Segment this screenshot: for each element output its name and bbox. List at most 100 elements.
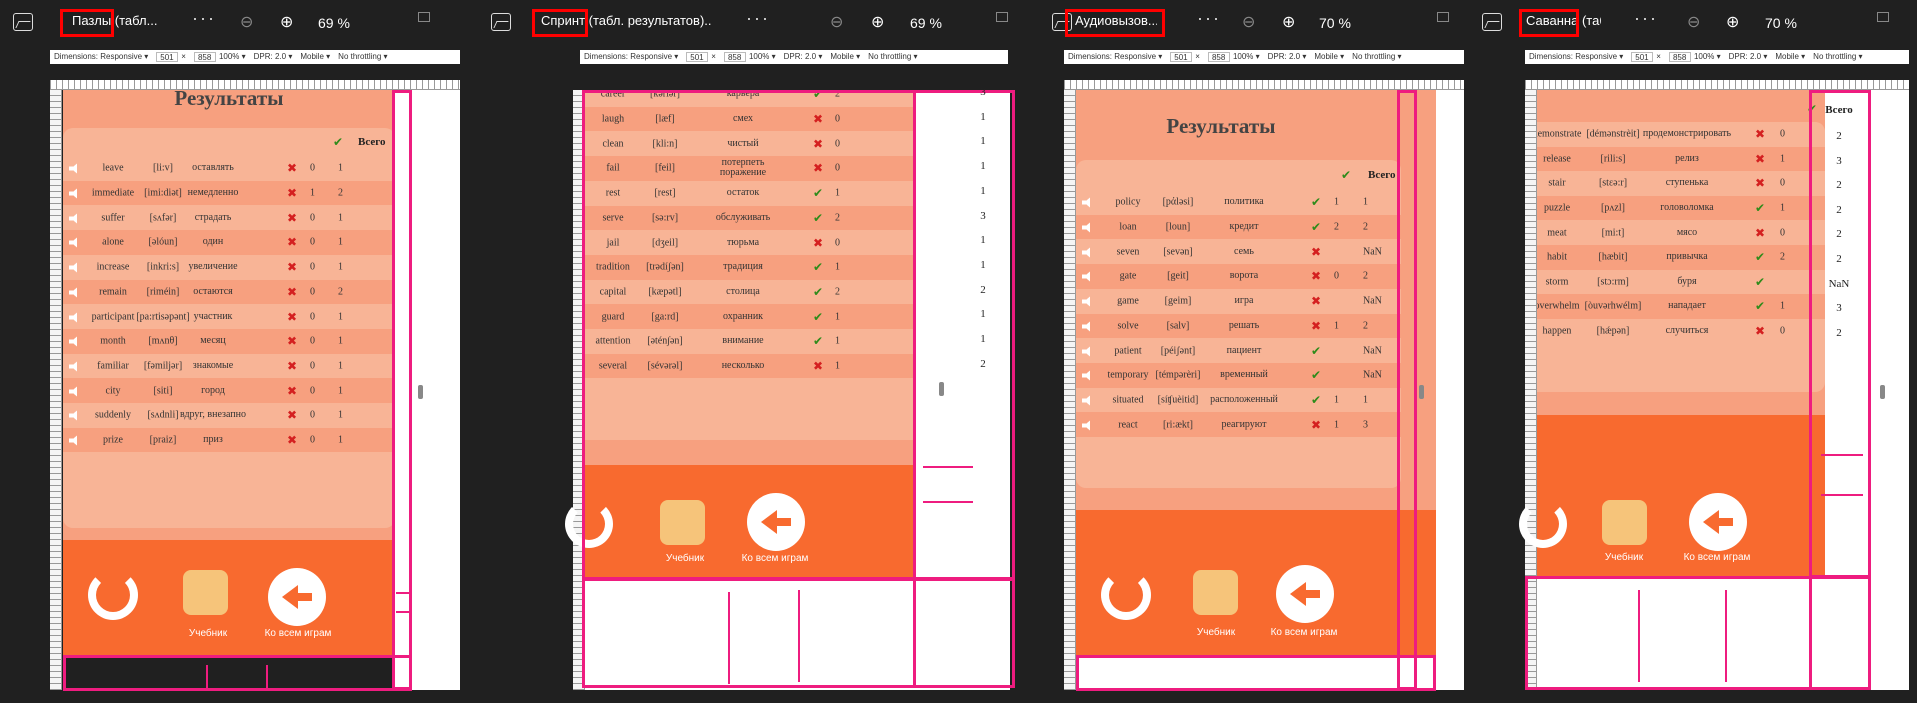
title-bar: Пазлы (табл... ··· ⊖ ⊕ 69 % (0, 0, 478, 46)
maximize-icon[interactable] (996, 12, 1008, 22)
textbook-label[interactable]: Учебник (1191, 627, 1241, 638)
zoom-in-icon[interactable]: ⊕ (280, 12, 293, 32)
dimensions-select[interactable]: Dimensions: Responsive ▾ (1529, 52, 1623, 61)
zoom-in-icon[interactable]: ⊕ (871, 12, 884, 32)
total-count: 2 (1836, 253, 1842, 265)
ruler-left (50, 90, 62, 690)
textbook-icon[interactable] (183, 570, 228, 615)
maximize-icon[interactable] (1437, 12, 1449, 22)
zoom-select[interactable]: 100% ▾ (749, 52, 776, 61)
throttle-select[interactable]: No throttling ▾ (868, 52, 917, 61)
textbook-label[interactable]: Учебник (183, 628, 233, 639)
total-count: NaN (1363, 369, 1382, 381)
zoom-select[interactable]: 100% ▾ (219, 52, 246, 61)
back-icon[interactable] (1276, 565, 1334, 623)
table-row: happen [hǽpən] случиться ✖ 0 (1537, 318, 1825, 344)
word-ru: остаются (193, 285, 233, 297)
mobile-select[interactable]: Mobile ▾ (1314, 52, 1344, 61)
speaker-icon[interactable] (1082, 420, 1092, 431)
to-all-games-label[interactable]: Ко всем играм (258, 628, 338, 639)
speaker-icon[interactable] (1082, 321, 1092, 332)
zoom-in-icon[interactable]: ⊕ (1282, 12, 1295, 32)
correct-count: 0 (310, 311, 315, 323)
back-icon[interactable] (268, 568, 326, 626)
zoom-select[interactable]: 100% ▾ (1233, 52, 1260, 61)
window-sprint: Спринт (табл. результатов)... ··· ⊖ ⊕ 69… (478, 0, 1039, 703)
word-ru: страдать (194, 211, 232, 223)
throttle-select[interactable]: No throttling ▾ (338, 52, 387, 61)
times-sign: × (1656, 52, 1661, 62)
zoom-level: 70 % (1319, 15, 1351, 31)
height-input[interactable]: 858 (1668, 52, 1691, 62)
table-header: ✔ Всего (1076, 160, 1401, 190)
textbook-label[interactable]: Учебник (1599, 552, 1649, 563)
speaker-icon[interactable] (1082, 296, 1092, 307)
total-count: 3 (1836, 302, 1842, 315)
restart-icon[interactable] (88, 570, 138, 620)
highlight-title (532, 9, 588, 37)
maximize-icon[interactable] (418, 12, 430, 22)
more-icon[interactable]: ··· (746, 8, 770, 29)
restart-icon[interactable] (1101, 570, 1151, 620)
mobile-select[interactable]: Mobile ▾ (1775, 52, 1805, 61)
dimensions-select[interactable]: Dimensions: Responsive ▾ (584, 52, 678, 61)
zoom-out-icon[interactable]: ⊖ (830, 12, 843, 32)
throttle-select[interactable]: No throttling ▾ (1813, 52, 1862, 61)
textbook-icon[interactable] (1602, 500, 1647, 545)
word-ru: нападает (1668, 300, 1706, 312)
correct-count: 0 (310, 261, 315, 273)
dpr-select[interactable]: DPR: 2.0 ▾ (784, 52, 823, 61)
zoom-out-icon[interactable]: ⊖ (1242, 12, 1255, 32)
total-count: 1 (1363, 394, 1368, 406)
speaker-icon[interactable] (1082, 247, 1092, 258)
mobile-select[interactable]: Mobile ▾ (830, 52, 860, 61)
more-icon[interactable]: ··· (1634, 8, 1658, 29)
speaker-icon[interactable] (1082, 222, 1092, 233)
dpr-select[interactable]: DPR: 2.0 ▾ (254, 52, 293, 61)
height-input[interactable]: 858 (723, 52, 746, 62)
resize-handle[interactable] (1880, 385, 1885, 399)
dpr-select[interactable]: DPR: 2.0 ▾ (1268, 52, 1307, 61)
textbook-icon[interactable] (1193, 570, 1238, 615)
height-input[interactable]: 858 (1207, 52, 1230, 62)
to-all-games-label[interactable]: Ко всем играм (1677, 552, 1757, 563)
cross-icon: ✖ (1755, 176, 1766, 191)
check-icon: ✔ (1755, 201, 1766, 216)
zoom-out-icon[interactable]: ⊖ (240, 12, 253, 32)
speaker-icon[interactable] (1082, 346, 1092, 357)
correct-count: 0 (310, 385, 315, 397)
width-input[interactable]: 501 (1170, 52, 1193, 62)
annotation-arrow (728, 592, 730, 684)
width-input[interactable]: 501 (156, 52, 179, 62)
total-count: 1 (338, 409, 343, 421)
dpr-select[interactable]: DPR: 2.0 ▾ (1729, 52, 1768, 61)
word-ru: один (202, 236, 224, 248)
back-icon[interactable] (1689, 493, 1747, 551)
speaker-icon[interactable] (1082, 395, 1092, 406)
restart-icon[interactable] (1519, 500, 1567, 548)
resize-handle[interactable] (1419, 385, 1424, 399)
zoom-select[interactable]: 100% ▾ (1694, 52, 1721, 61)
to-all-games-label[interactable]: Ко всем играм (1264, 627, 1344, 638)
throttle-select[interactable]: No throttling ▾ (1352, 52, 1401, 61)
more-icon[interactable]: ··· (192, 8, 216, 29)
zoom-in-icon[interactable]: ⊕ (1726, 12, 1739, 32)
width-input[interactable]: 501 (1631, 52, 1654, 62)
table-row: stair [stɛə:r] ступенька ✖ 0 (1537, 171, 1825, 196)
height-input[interactable]: 858 (193, 52, 216, 62)
more-icon[interactable]: ··· (1197, 8, 1221, 29)
table-row: seven [sevən] семь ✖ NaN (1076, 239, 1401, 265)
mobile-select[interactable]: Mobile ▾ (300, 52, 330, 61)
speaker-icon[interactable] (1082, 197, 1092, 208)
width-input[interactable]: 501 (686, 52, 709, 62)
zoom-out-icon[interactable]: ⊖ (1687, 12, 1700, 32)
dimensions-select[interactable]: Dimensions: Responsive ▾ (1068, 52, 1162, 61)
correct-count: 1 (310, 187, 315, 199)
speaker-icon[interactable] (1082, 370, 1092, 381)
speaker-icon[interactable] (1082, 271, 1092, 282)
total-count: 2 (1836, 203, 1842, 216)
maximize-icon[interactable] (1877, 12, 1889, 22)
dimensions-select[interactable]: Dimensions: Responsive ▾ (54, 52, 148, 61)
resize-handle[interactable] (418, 385, 423, 399)
resize-handle[interactable] (939, 382, 944, 396)
